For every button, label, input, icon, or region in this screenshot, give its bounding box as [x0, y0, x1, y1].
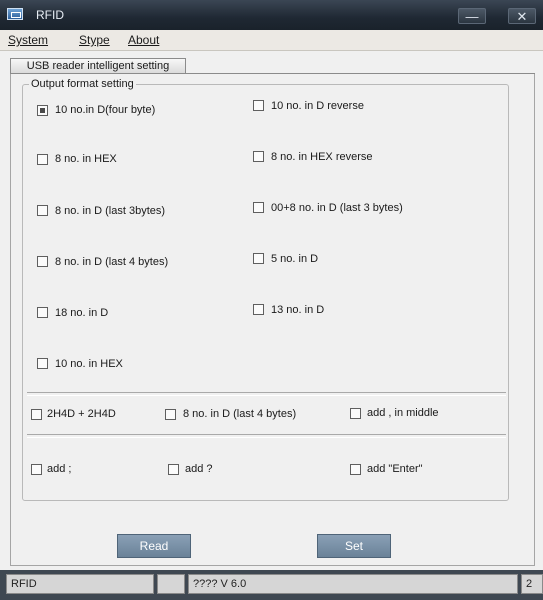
- menu-stype-label: Stype: [79, 33, 110, 47]
- set-button[interactable]: Set: [317, 534, 391, 558]
- option-label: add "Enter": [367, 463, 423, 475]
- checkbox[interactable]: [165, 409, 176, 420]
- tab-usb-reader-setting[interactable]: USB reader intelligent setting: [10, 58, 186, 74]
- separator: [27, 392, 506, 396]
- option-label: 10 no.in D(four byte): [55, 104, 156, 116]
- menu-system-label: System: [8, 33, 49, 47]
- checkbox[interactable]: [37, 105, 48, 116]
- checkbox[interactable]: [350, 464, 361, 475]
- status-app-name: RFID: [6, 574, 154, 594]
- separator: [27, 434, 506, 438]
- menu-about-label: About: [128, 33, 160, 47]
- checkbox[interactable]: [253, 304, 264, 315]
- checkbox[interactable]: [37, 307, 48, 318]
- option-label: 2H4D + 2H4D: [47, 408, 116, 420]
- group-legend: Output format setting: [29, 78, 136, 90]
- checkbox[interactable]: [253, 202, 264, 213]
- option-label: add ?: [185, 463, 213, 475]
- option-label: 18 no. in D: [55, 307, 109, 319]
- option-label: 13 no. in D: [271, 304, 325, 316]
- option-label: 8 no. in D (last 3bytes): [55, 205, 166, 217]
- checkbox[interactable]: [37, 358, 48, 369]
- option-label: 8 no. in D (last 4 bytes): [183, 408, 297, 420]
- menu-stype[interactable]: Stype: [79, 33, 110, 47]
- checkbox[interactable]: [253, 100, 264, 111]
- option-label: 8 no. in HEX reverse: [271, 151, 373, 163]
- checkbox[interactable]: [31, 464, 42, 475]
- option-label: add ;: [47, 463, 72, 475]
- output-format-group: [22, 84, 509, 501]
- menu-about[interactable]: About: [128, 33, 159, 47]
- option-label: add , in middle: [367, 407, 439, 419]
- checkbox[interactable]: [31, 409, 42, 420]
- checkbox[interactable]: [350, 408, 361, 419]
- status-version: ???? V 6.0: [188, 574, 518, 594]
- checkbox[interactable]: [37, 154, 48, 165]
- option-label: 5 no. in D: [271, 253, 319, 265]
- option-label: 8 no. in HEX: [55, 153, 117, 165]
- checkbox[interactable]: [253, 253, 264, 264]
- option-label: 10 no. in HEX: [55, 358, 123, 370]
- status-cell-empty: [157, 574, 185, 594]
- option-label: 8 no. in D (last 4 bytes): [55, 256, 169, 268]
- status-extra: 2: [521, 574, 543, 594]
- checkbox[interactable]: [253, 151, 264, 162]
- option-label: 00+8 no. in D (last 3 bytes): [271, 202, 403, 214]
- status-bar: RFID ???? V 6.0 2: [0, 570, 543, 600]
- option-label: 10 no. in D reverse: [271, 100, 364, 112]
- app-icon: [7, 8, 23, 20]
- close-button[interactable]: ✕: [508, 8, 536, 24]
- checkbox[interactable]: [168, 464, 179, 475]
- menu-bar: System Stype About: [0, 30, 543, 51]
- read-button[interactable]: Read: [117, 534, 191, 558]
- title-bar: RFID — ✕: [0, 0, 543, 30]
- checkbox[interactable]: [37, 205, 48, 216]
- menu-system[interactable]: System: [8, 33, 48, 47]
- checkbox[interactable]: [37, 256, 48, 267]
- window-title: RFID: [36, 8, 64, 22]
- minimize-button[interactable]: —: [458, 8, 486, 24]
